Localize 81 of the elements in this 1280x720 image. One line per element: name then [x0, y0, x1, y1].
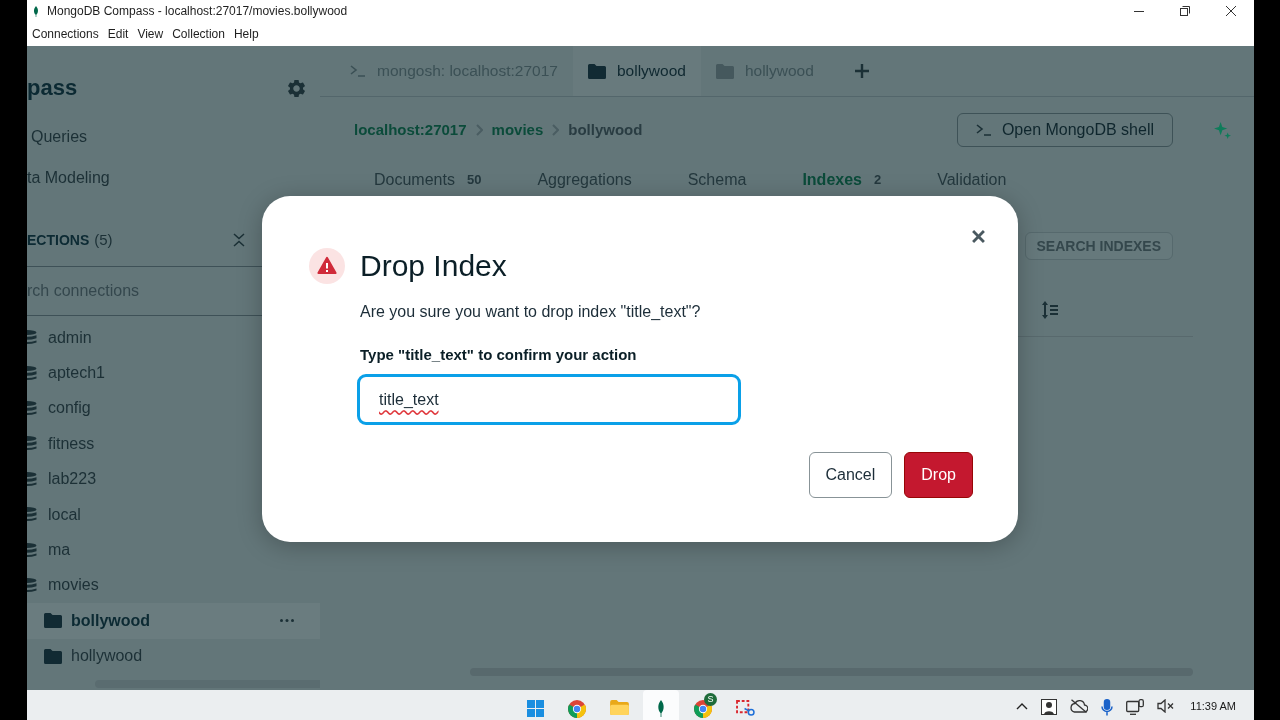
menu-item[interactable]: View [137, 26, 164, 42]
breadcrumb-link[interactable]: movies [491, 118, 544, 142]
database-icon [27, 436, 37, 452]
tree-item[interactable]: fitness [27, 426, 99, 462]
tree-item[interactable]: ma [27, 532, 75, 568]
tree-item[interactable]: bollywood [27, 603, 320, 639]
section-title: ECTIONS [27, 230, 90, 250]
dialog-title: Drop Index [360, 248, 507, 284]
database-icon [27, 471, 37, 487]
section-count: (5) [94, 229, 113, 250]
tab-count: 2 [874, 171, 882, 190]
cloud-off-icon[interactable] [1070, 699, 1089, 713]
window-title: MongoDB Compass - localhost:27017/movies.bollywood [47, 3, 348, 20]
restore-icon [1180, 6, 1190, 16]
tab[interactable]: Documents 50 [374, 168, 482, 192]
tab-count: 50 [466, 171, 482, 190]
tab[interactable]: Schema [687, 168, 747, 192]
database-icon [27, 400, 37, 416]
microphone-icon[interactable] [1101, 699, 1114, 716]
menu-item[interactable]: Help [233, 26, 259, 42]
folder-icon [609, 700, 629, 715]
database-icon [27, 507, 37, 523]
screenshot-tool-icon [735, 700, 755, 716]
tab[interactable]: Aggregations [537, 168, 632, 192]
tree-item[interactable]: hollywood [27, 638, 147, 674]
cancel-button[interactable]: Cancel [808, 452, 893, 498]
folder-icon [44, 648, 62, 664]
warning-icon [309, 248, 345, 284]
monitor-icon[interactable] [1126, 699, 1145, 715]
browser-icon [568, 700, 586, 718]
tree-item[interactable]: local [27, 496, 85, 533]
more-icon[interactable] [280, 619, 294, 623]
tree-item[interactable]: aptech1 [27, 355, 109, 391]
breadcrumb-link[interactable]: localhost:27017 [354, 118, 467, 142]
database-icon [27, 542, 37, 558]
taskbar-app[interactable] [643, 690, 679, 720]
browser-icon [694, 700, 712, 718]
settings-icon[interactable] [288, 79, 305, 97]
database-icon [27, 330, 37, 346]
menu-item[interactable]: Collection [172, 26, 225, 42]
folder-icon [44, 613, 62, 629]
plus-icon [854, 64, 869, 78]
chevron-right-icon [552, 124, 560, 136]
database-icon [27, 365, 37, 381]
sort-icon[interactable] [1042, 300, 1058, 319]
terminal-icon [350, 65, 366, 77]
database-icon [27, 577, 37, 593]
muted-speaker-icon[interactable] [1157, 699, 1176, 713]
breadcrumb-link[interactable]: bollywood [568, 118, 643, 142]
confirm-label: Type "title_text" to confirm your action [360, 345, 637, 365]
drop-button[interactable]: Drop [904, 452, 973, 498]
taskbar-app[interactable]: S [685, 690, 721, 720]
tab[interactable]: Indexes 2 [802, 168, 882, 192]
tab[interactable]: bollywood [572, 46, 701, 96]
close-icon [971, 229, 985, 243]
folder-icon [587, 63, 606, 79]
tab[interactable]: Validation [937, 168, 1007, 192]
start-menu-icon [526, 700, 544, 717]
menu-item[interactable]: Edit [107, 26, 129, 42]
menu-item[interactable]: Connections [32, 26, 99, 42]
chevron-up-icon[interactable] [1016, 703, 1029, 710]
input-field[interactable]: title_text [357, 374, 741, 425]
nav-item[interactable]: ta Modeling [27, 162, 110, 194]
tree-item[interactable]: config [27, 390, 95, 427]
collapse-icon[interactable] [233, 233, 245, 247]
tree-item[interactable]: admin [27, 320, 96, 356]
profile-badge: S [704, 693, 717, 706]
close-icon [1226, 6, 1236, 16]
tree-item[interactable]: movies [27, 567, 103, 604]
app-name: pass [27, 74, 78, 102]
nav-item[interactable]: Queries [27, 121, 88, 153]
user-icon[interactable] [1041, 699, 1058, 715]
open-shell-button[interactable]: Open MongoDB shell [956, 113, 1173, 147]
terminal-icon [975, 124, 992, 136]
chevron-right-icon [475, 124, 483, 136]
leaf-icon [33, 5, 39, 17]
tree-item[interactable]: lab223 [27, 461, 101, 497]
clock-time: 11:39 AM [1190, 699, 1236, 713]
folder-icon [715, 63, 734, 79]
dialog-message: Are you sure you want to drop index "title_text"? [360, 302, 701, 322]
minimize-icon [1134, 10, 1144, 12]
